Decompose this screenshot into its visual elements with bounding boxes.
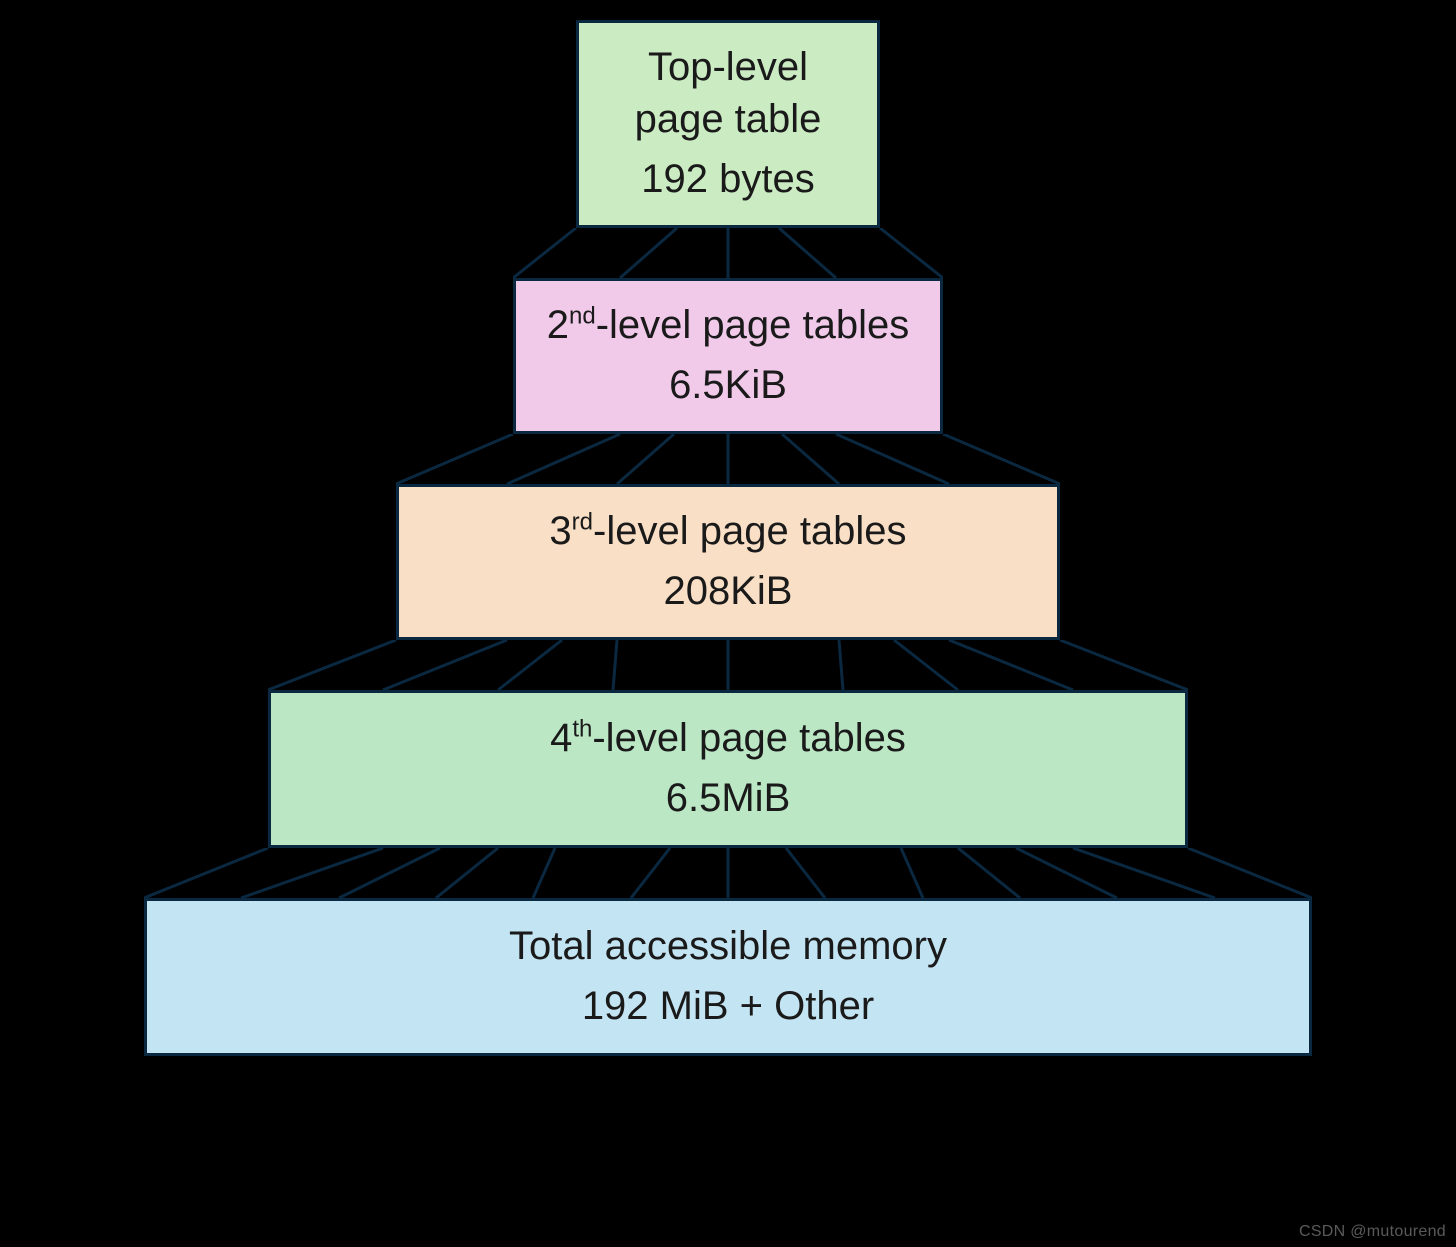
level-2-size: 6.5KiB: [669, 357, 787, 413]
page-table-pyramid: Top-levelpage table 192 bytes 2nd-level …: [0, 20, 1456, 1056]
level-5-box: Total accessible memory 192 MiB + Other: [144, 898, 1312, 1056]
level-3-box: 3rd-level page tables 208KiB: [396, 484, 1060, 640]
connector-1: [513, 228, 943, 278]
connector-3: [268, 640, 1188, 690]
level-4-title: 4th-level page tables: [550, 712, 906, 764]
level-2-title: 2nd-level page tables: [547, 299, 910, 351]
level-1-title: Top-levelpage table: [635, 41, 822, 145]
level-2-box: 2nd-level page tables 6.5KiB: [513, 278, 943, 434]
connector-2: [396, 434, 1060, 484]
level-5-title: Total accessible memory: [509, 920, 947, 972]
watermark-text: CSDN @mutourend: [1299, 1223, 1446, 1241]
level-4-size: 6.5MiB: [666, 770, 791, 826]
level-1-box: Top-levelpage table 192 bytes: [576, 20, 880, 228]
level-5-size: 192 MiB + Other: [582, 978, 874, 1034]
level-4-box: 4th-level page tables 6.5MiB: [268, 690, 1188, 848]
level-1-size: 192 bytes: [641, 151, 814, 207]
connector-4: [144, 848, 1312, 898]
level-3-title: 3rd-level page tables: [549, 505, 906, 557]
level-3-size: 208KiB: [664, 563, 793, 619]
